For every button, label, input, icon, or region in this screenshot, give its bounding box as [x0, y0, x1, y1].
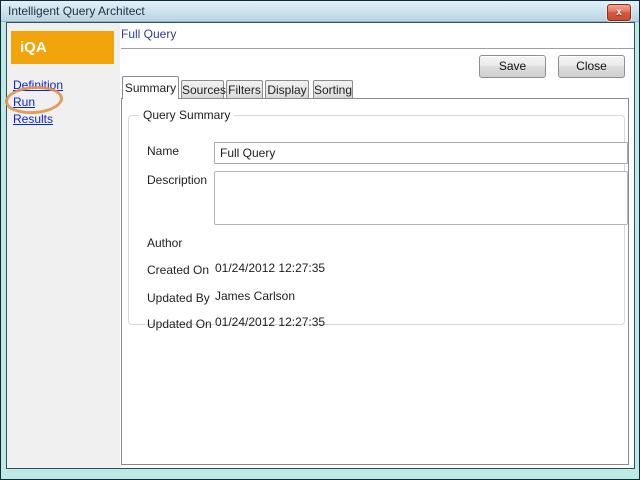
page-title: Full Query [121, 27, 176, 41]
tab-display[interactable]: Display [265, 80, 309, 99]
window-body: iQA Definition Run Results Full Query Sa… [6, 22, 635, 469]
created-on-label: Created On [147, 263, 209, 277]
groupbox-title: Query Summary [139, 108, 234, 122]
tab-sources[interactable]: Sources [181, 80, 224, 99]
tab-summary[interactable]: Summary [122, 76, 179, 99]
updated-by-label: Updated By [147, 291, 210, 305]
header-divider [121, 48, 634, 49]
sidebar-link-run[interactable]: Run [13, 95, 35, 109]
tab-filters[interactable]: Filters [226, 80, 263, 99]
window-title: Intelligent Query Architect [8, 4, 145, 18]
author-label: Author [147, 236, 182, 250]
description-input[interactable] [214, 171, 628, 225]
window-close-button[interactable]: x [607, 4, 631, 21]
summary-tab-panel: Query Summary Name Description Author Cr… [121, 98, 629, 465]
name-label: Name [147, 144, 179, 158]
updated-on-label: Updated On [147, 317, 212, 331]
name-input[interactable] [214, 142, 628, 164]
query-summary-groupbox: Query Summary Name Description Author Cr… [128, 115, 625, 325]
close-icon: x [616, 7, 622, 18]
sidebar-link-results[interactable]: Results [13, 112, 53, 126]
created-on-value: 01/24/2012 12:27:35 [215, 261, 325, 275]
tab-sorting[interactable]: Sorting [313, 80, 353, 99]
close-button[interactable]: Close [558, 55, 625, 78]
app-window: Intelligent Query Architect x iQA Defini… [0, 0, 640, 480]
description-label: Description [147, 173, 207, 187]
updated-by-value: James Carlson [215, 289, 295, 303]
sidebar-link-definition[interactable]: Definition [13, 78, 63, 92]
iqa-logo: iQA [11, 31, 114, 64]
save-button[interactable]: Save [479, 55, 546, 78]
title-bar[interactable]: Intelligent Query Architect x [1, 1, 639, 22]
updated-on-value: 01/24/2012 12:27:35 [215, 315, 325, 329]
sidebar: iQA Definition Run Results [7, 23, 120, 468]
